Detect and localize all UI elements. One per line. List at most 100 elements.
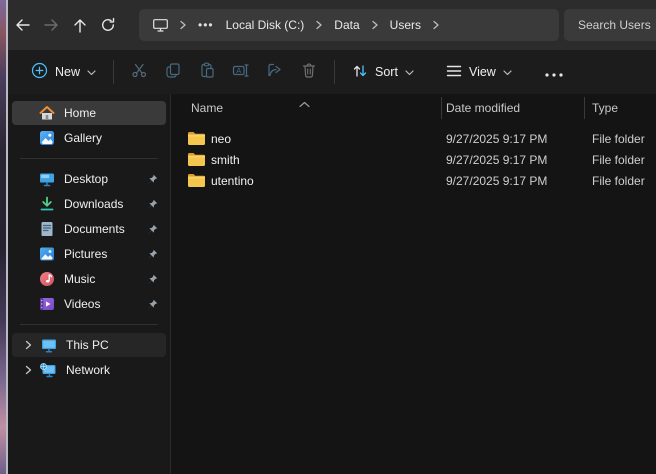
sidebar-item-network[interactable]: Network: [12, 358, 166, 382]
file-type: File folder: [592, 153, 645, 167]
paste-clipboard-icon: [199, 62, 216, 82]
breadcrumb-local-disk-c[interactable]: Local Disk (C:): [220, 14, 311, 36]
sidebar-item-label: Pictures: [64, 247, 107, 261]
share-icon: [267, 62, 284, 82]
search-box[interactable]: [564, 9, 656, 41]
sort-button-label: Sort: [375, 65, 398, 79]
copy-icon: [165, 62, 182, 82]
breadcrumb-overflow[interactable]: •••: [192, 18, 220, 32]
column-header-date-modified[interactable]: Date modified: [446, 101, 520, 115]
address-bar[interactable]: ••• Local Disk (C:) Data Users: [139, 9, 559, 41]
sidebar-item-this-pc[interactable]: This PC: [12, 333, 166, 357]
navigation-pane: Home Gallery Desktop: [8, 94, 170, 474]
folder-icon: [187, 131, 205, 151]
pin-icon[interactable]: [147, 272, 158, 290]
toolbar-separator: [113, 60, 114, 84]
sidebar-item-label: This PC: [66, 338, 109, 352]
sidebar-item-documents[interactable]: Documents: [12, 217, 166, 241]
scissors-icon: [131, 62, 148, 82]
chevron-down-icon: [503, 65, 512, 79]
music-icon: [38, 271, 55, 287]
new-button-label: New: [55, 65, 80, 79]
refresh-button[interactable]: [100, 8, 116, 42]
file-type: File folder: [592, 132, 645, 146]
sidebar-item-label: Videos: [64, 297, 100, 311]
sidebar-item-videos[interactable]: Videos: [12, 292, 166, 316]
file-name: smith: [211, 153, 240, 167]
view-lines-icon: [446, 64, 462, 81]
this-pc-icon: [40, 337, 57, 353]
file-row-smith[interactable]: smith 9/27/2025 9:17 PM File folder: [171, 149, 656, 170]
file-name: utentino: [211, 174, 254, 188]
more-options-button[interactable]: [537, 56, 571, 88]
desktop-icon: [38, 171, 55, 187]
forward-icon: [43, 17, 60, 33]
column-header-type[interactable]: Type: [592, 101, 618, 115]
navigation-bar: ••• Local Disk (C:) Data Users: [8, 0, 656, 50]
file-name: neo: [211, 132, 231, 146]
main-area: Home Gallery Desktop: [8, 94, 656, 474]
paste-button[interactable]: [190, 56, 224, 88]
column-header-name[interactable]: Name: [191, 101, 223, 115]
file-explorer-window: ••• Local Disk (C:) Data Users: [8, 0, 656, 474]
copy-button[interactable]: [156, 56, 190, 88]
ellipsis-icon: [545, 65, 563, 80]
sidebar-item-label: Desktop: [64, 172, 108, 186]
list-header: Name Date modified Type: [171, 94, 656, 122]
forward-button[interactable]: [43, 8, 60, 42]
sidebar-item-pictures[interactable]: Pictures: [12, 242, 166, 266]
view-button-label: View: [469, 65, 496, 79]
rename-button[interactable]: A: [224, 56, 258, 88]
up-button[interactable]: [72, 8, 88, 42]
pictures-icon: [38, 246, 55, 262]
breadcrumb-chevron-icon: [427, 20, 445, 30]
sidebar-item-downloads[interactable]: Downloads: [12, 192, 166, 216]
sidebar-item-gallery[interactable]: Gallery: [12, 126, 166, 150]
chevron-down-icon: [87, 65, 96, 79]
pin-icon[interactable]: [147, 197, 158, 215]
network-icon: [40, 362, 57, 378]
file-rows: neo 9/27/2025 9:17 PM File folder smith …: [171, 128, 656, 191]
home-icon: [38, 105, 55, 121]
expand-chevron-icon[interactable]: [20, 365, 36, 375]
svg-text:A: A: [236, 66, 241, 75]
back-icon: [14, 17, 31, 33]
pin-icon[interactable]: [147, 297, 158, 315]
sidebar-item-desktop[interactable]: Desktop: [12, 167, 166, 191]
sidebar-item-music[interactable]: Music: [12, 267, 166, 291]
share-button[interactable]: [258, 56, 292, 88]
search-input[interactable]: [564, 18, 656, 32]
cut-button[interactable]: [122, 56, 156, 88]
trash-icon: [301, 62, 317, 82]
view-button[interactable]: View: [437, 57, 521, 88]
breadcrumb-users[interactable]: Users: [384, 14, 427, 36]
new-button[interactable]: New: [22, 55, 105, 89]
pin-icon[interactable]: [147, 172, 158, 190]
breadcrumb-chevron-icon: [310, 20, 328, 30]
column-divider[interactable]: [584, 97, 585, 119]
documents-icon: [38, 221, 55, 237]
pin-icon[interactable]: [147, 247, 158, 265]
delete-button[interactable]: [292, 56, 326, 88]
downloads-icon: [38, 196, 55, 212]
file-row-utentino[interactable]: utentino 9/27/2025 9:17 PM File folder: [171, 170, 656, 191]
expand-chevron-icon[interactable]: [20, 340, 36, 350]
sidebar-item-home[interactable]: Home: [12, 101, 166, 125]
pin-icon[interactable]: [147, 222, 158, 240]
up-arrow-icon: [72, 17, 88, 34]
sidebar-separator: [20, 324, 158, 325]
breadcrumb-data[interactable]: Data: [328, 14, 365, 36]
refresh-icon: [100, 17, 116, 33]
chevron-down-icon: [405, 65, 414, 79]
gallery-icon: [38, 130, 55, 146]
videos-icon: [38, 296, 55, 312]
breadcrumb-chevron-icon: [366, 20, 384, 30]
column-divider[interactable]: [441, 97, 442, 119]
sort-ascending-icon: [299, 95, 310, 113]
sidebar-item-label: Gallery: [64, 131, 102, 145]
sort-button[interactable]: Sort: [343, 56, 423, 89]
back-button[interactable]: [14, 8, 31, 42]
sidebar-item-label: Music: [64, 272, 95, 286]
this-pc-device-icon[interactable]: [147, 17, 174, 33]
file-row-neo[interactable]: neo 9/27/2025 9:17 PM File folder: [171, 128, 656, 149]
